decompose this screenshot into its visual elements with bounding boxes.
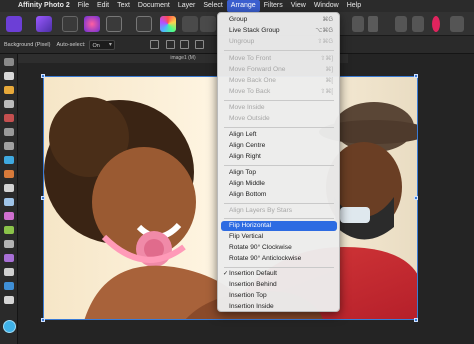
- marquee-tool-icon[interactable]: [4, 142, 14, 150]
- liquify-persona-icon[interactable]: [62, 16, 78, 32]
- color-swatch-icon[interactable]: [3, 320, 16, 333]
- view-mode-icon[interactable]: [368, 16, 378, 32]
- curves-icon[interactable]: [200, 16, 216, 32]
- selection-handle-bottom-right[interactable]: [414, 318, 418, 322]
- menu-file[interactable]: File: [74, 0, 93, 12]
- menu-layer[interactable]: Layer: [174, 0, 200, 12]
- menu-separator: [224, 267, 334, 268]
- menu-select[interactable]: Select: [199, 0, 226, 12]
- crop-tool-icon[interactable]: [4, 100, 14, 108]
- menu-item-move-outside[interactable]: Move Outside: [221, 114, 337, 124]
- menu-separator: [224, 218, 334, 219]
- view-tool-icon[interactable]: [4, 58, 14, 66]
- color-wheel-icon[interactable]: [160, 16, 176, 32]
- dodge-brush-tool-icon[interactable]: [4, 198, 14, 206]
- menu-item-flip-horizontal[interactable]: Flip Horizontal: [221, 221, 337, 231]
- selection-handle-middle-right[interactable]: [414, 196, 418, 200]
- autoselect-dropdown[interactable]: On: [88, 39, 115, 50]
- menu-separator: [224, 203, 334, 204]
- menu-item-insertion-default[interactable]: ✓ Insertion Default: [221, 269, 337, 279]
- transform-icon[interactable]: [150, 40, 159, 49]
- menu-item-move-forward-one[interactable]: Move Forward One ⌘]: [221, 65, 337, 75]
- distribute-icon[interactable]: [180, 40, 189, 49]
- sidebar-toggle-icon[interactable]: [450, 16, 464, 32]
- menu-bar: Affinity Photo 2 File Edit Text Document…: [0, 0, 474, 12]
- blemish-tool-icon[interactable]: [4, 240, 14, 248]
- menu-document[interactable]: Document: [134, 0, 174, 12]
- menu-item-move-inside[interactable]: Move Inside: [221, 103, 337, 113]
- menu-separator: [224, 127, 334, 128]
- menu-item-align-top[interactable]: Align Top: [221, 168, 337, 178]
- menu-item-insertion-inside[interactable]: Insertion Inside: [221, 302, 337, 311]
- menu-view[interactable]: View: [287, 0, 310, 12]
- selection-handle-middle-left[interactable]: [41, 196, 45, 200]
- menu-separator: [224, 50, 334, 51]
- erase-brush-tool-icon[interactable]: [4, 184, 14, 192]
- menu-arrange[interactable]: Arrange: [226, 0, 260, 12]
- menu-item-move-back-one[interactable]: Move Back One ⌘[: [221, 76, 337, 86]
- selection-handle-bottom-left[interactable]: [41, 318, 45, 322]
- autoselect-label: Auto-select:: [56, 41, 86, 48]
- shape-tool-icon[interactable]: [4, 268, 14, 276]
- menu-item-insertion-top[interactable]: Insertion Top: [221, 291, 337, 301]
- clone-brush-tool-icon[interactable]: [4, 212, 14, 220]
- menu-item-align-middle[interactable]: Align Middle: [221, 179, 337, 189]
- layer-type-label: Background (Pixel): [4, 41, 51, 48]
- menu-item-insertion-behind[interactable]: Insertion Behind: [221, 280, 337, 290]
- selection-handle-top-left[interactable]: [41, 74, 45, 78]
- align-icon[interactable]: [166, 40, 175, 49]
- photo-persona-icon[interactable]: [6, 16, 22, 32]
- assistant-icon[interactable]: [395, 16, 407, 32]
- text-tool-icon[interactable]: [4, 296, 14, 304]
- arrange-menu: Group ⌘G Live Stack Group ⌥⌘G Ungroup ⇧⌘G M…: [217, 12, 340, 312]
- menu-item-ungroup[interactable]: Ungroup ⇧⌘G: [221, 37, 337, 47]
- menu-text[interactable]: Text: [113, 0, 134, 12]
- menu-item-align-left[interactable]: Align Left: [221, 130, 337, 140]
- menu-separator: [224, 100, 334, 101]
- selection-brush-tool-icon[interactable]: [4, 114, 14, 122]
- flood-fill-tool-icon[interactable]: [4, 156, 14, 164]
- menu-item-align-centre[interactable]: Align Centre: [221, 141, 337, 151]
- menu-window[interactable]: Window: [310, 0, 343, 12]
- selection-mode-icon[interactable]: [352, 16, 364, 32]
- menu-app-name[interactable]: Affinity Photo 2: [14, 0, 74, 12]
- menu-item-rotate-anticlockwise[interactable]: Rotate 90° Anticlockwise: [221, 254, 337, 264]
- tools-panel: [0, 54, 18, 344]
- move-tool-icon[interactable]: [4, 72, 14, 80]
- menu-separator: [224, 165, 334, 166]
- gradient-tool-icon[interactable]: [4, 282, 14, 290]
- levels-icon[interactable]: [182, 16, 198, 32]
- menu-item-move-to-front[interactable]: Move To Front ⇧⌘]: [221, 54, 337, 64]
- menu-item-align-layers-by-stars[interactable]: Align Layers By Stars: [221, 206, 337, 216]
- menu-help[interactable]: Help: [343, 0, 365, 12]
- export-persona-icon[interactable]: [136, 16, 152, 32]
- menu-edit[interactable]: Edit: [93, 0, 113, 12]
- recording-icon[interactable]: [432, 16, 440, 32]
- menu-item-group[interactable]: Group ⌘G: [221, 15, 337, 25]
- checkmark-icon: ✓: [223, 271, 229, 277]
- menu-item-flip-vertical[interactable]: Flip Vertical: [221, 232, 337, 242]
- color-picker-tool-icon[interactable]: [4, 86, 14, 94]
- menu-item-align-right[interactable]: Align Right: [221, 152, 337, 162]
- selection-handle-top-right[interactable]: [414, 74, 418, 78]
- paint-brush-tool-icon[interactable]: [4, 170, 14, 178]
- photo-persona-active-icon[interactable]: [36, 16, 52, 32]
- menu-item-live-stack-group[interactable]: Live Stack Group ⌥⌘G: [221, 26, 337, 36]
- develop-persona-icon[interactable]: [84, 16, 100, 32]
- freehand-selection-tool-icon[interactable]: [4, 128, 14, 136]
- healing-brush-tool-icon[interactable]: [4, 226, 14, 234]
- tone-mapping-persona-icon[interactable]: [106, 16, 122, 32]
- pen-tool-icon[interactable]: [4, 254, 14, 262]
- menu-item-align-bottom[interactable]: Align Bottom: [221, 190, 337, 200]
- snapping-icon[interactable]: [412, 16, 424, 32]
- menu-item-move-to-back[interactable]: Move To Back ⇧⌘[: [221, 87, 337, 97]
- arrange-icon[interactable]: [195, 40, 204, 49]
- menu-item-rotate-clockwise[interactable]: Rotate 90° Clockwise: [221, 243, 337, 253]
- menu-filters[interactable]: Filters: [260, 0, 287, 12]
